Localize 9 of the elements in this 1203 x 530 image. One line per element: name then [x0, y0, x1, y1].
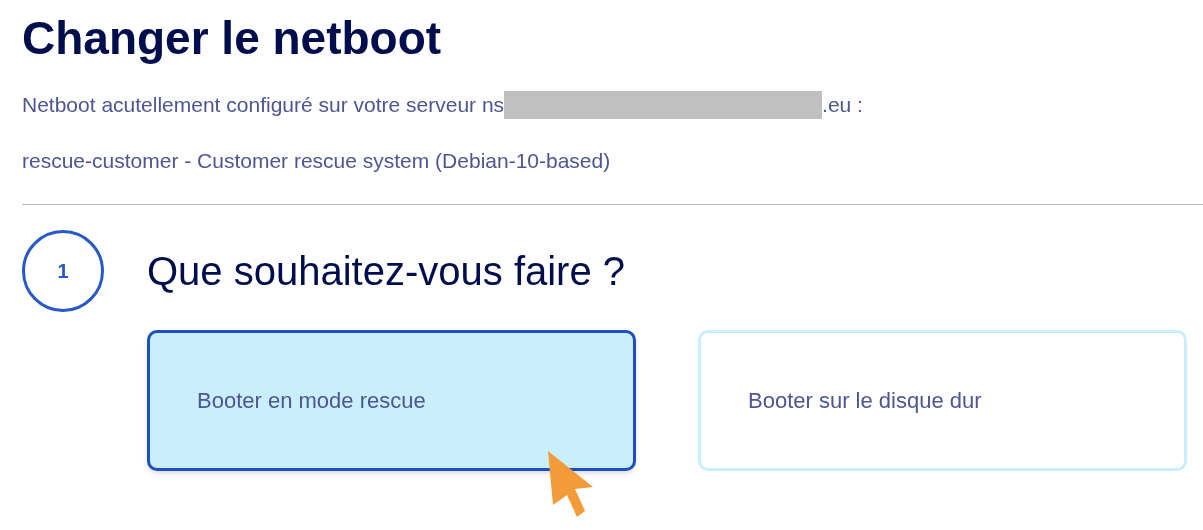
current-netboot-text: rescue-customer - Customer rescue system (Debian-10-based) — [22, 148, 611, 174]
server-text: Netboot acutellement configuré sur votre serveur ns — [22, 92, 505, 119]
step-number-badge: 1 — [22, 230, 104, 312]
option-button[interactable]: Booter en mode rescue — [147, 330, 636, 471]
page-title: Changer le netboot — [22, 11, 442, 66]
cursor-icon — [545, 449, 595, 519]
server-text: .eu : — [822, 92, 863, 119]
option-button[interactable]: Booter sur le disque dur — [698, 330, 1187, 471]
step-title: Que souhaitez-vous faire ? — [147, 248, 626, 295]
